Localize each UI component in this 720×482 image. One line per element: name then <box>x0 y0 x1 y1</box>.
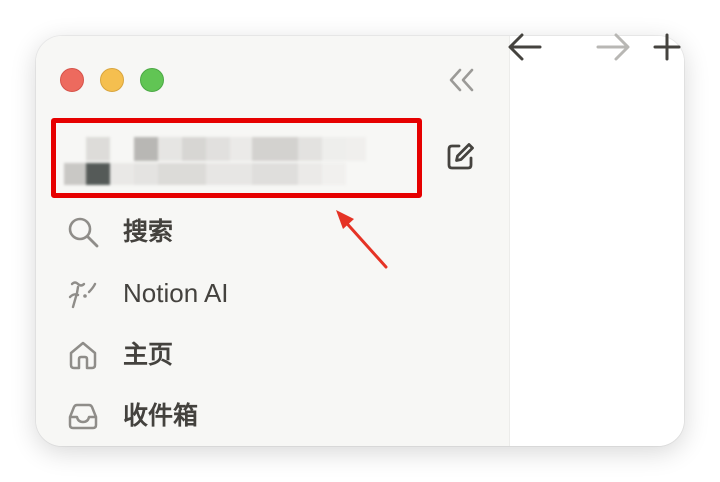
home-icon <box>69 341 97 370</box>
annotation-arrow-icon <box>336 210 388 269</box>
main-content <box>510 36 684 446</box>
search-icon <box>68 217 99 248</box>
close-window-button[interactable] <box>60 68 84 92</box>
maximize-window-button[interactable] <box>140 68 164 92</box>
workspace-name-redacted <box>64 137 384 189</box>
minimize-window-button[interactable] <box>100 68 124 92</box>
sidebar-item-label: Notion AI <box>123 278 229 308</box>
sidebar-item-home[interactable]: 主页 <box>60 328 440 380</box>
sidebar-item-label: 主页 <box>123 340 174 369</box>
sidebar-item-inbox[interactable]: 收件箱 <box>60 389 440 441</box>
notion-ai-icon <box>68 281 97 309</box>
sidebar: 搜索 Notion AI 主页 收件箱 <box>36 36 510 446</box>
plus-icon[interactable] <box>650 30 684 64</box>
arrow-left-icon[interactable] <box>504 30 546 64</box>
sidebar-item-notion-ai[interactable]: Notion AI <box>60 266 440 318</box>
sidebar-item-label: 搜索 <box>123 217 174 246</box>
workspace-switcher[interactable] <box>51 118 422 198</box>
double-chevron-left-icon[interactable] <box>444 66 480 94</box>
arrow-right-icon[interactable] <box>592 30 634 64</box>
new-page-icon[interactable] <box>442 139 478 175</box>
screenshot-stage: 搜索 Notion AI 主页 收件箱 <box>0 0 720 482</box>
sidebar-item-label: 收件箱 <box>123 401 199 430</box>
inbox-icon <box>68 403 98 430</box>
